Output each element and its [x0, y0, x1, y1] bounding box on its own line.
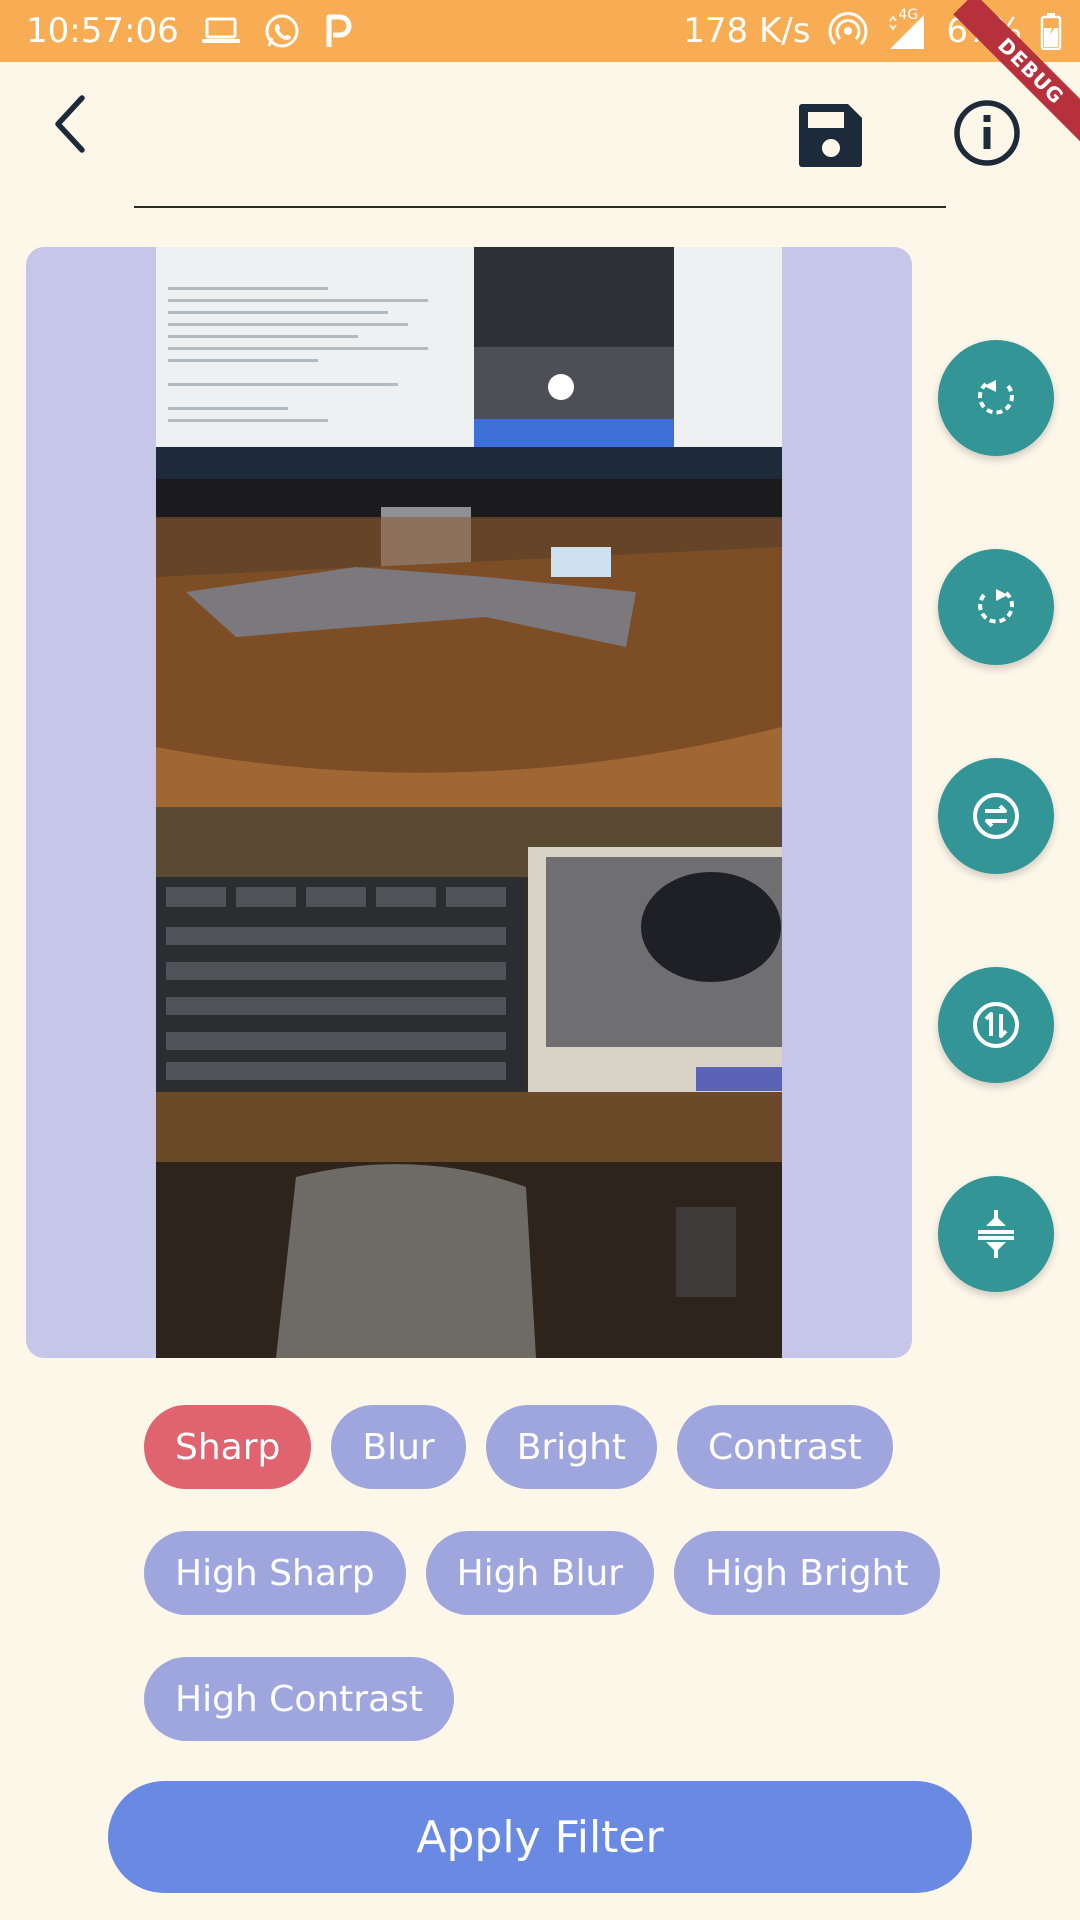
info-icon	[954, 100, 1020, 166]
filter-chip-high-sharp[interactable]: High Sharp	[144, 1531, 406, 1615]
photo-preview[interactable]	[156, 247, 782, 1358]
p-app-icon	[323, 13, 353, 49]
whatsapp-icon	[263, 12, 301, 50]
flip-vertical-button[interactable]	[938, 967, 1054, 1083]
chevron-left-icon	[55, 95, 85, 153]
filter-chip-contrast[interactable]: Contrast	[677, 1405, 893, 1489]
signal-icon: 4G	[886, 7, 928, 51]
app-bar	[0, 62, 1080, 212]
filter-chip-high-bright[interactable]: High Bright	[674, 1531, 940, 1615]
battery-icon	[1040, 12, 1062, 50]
save-icon	[799, 104, 862, 167]
status-time: 10:57:06	[26, 11, 179, 51]
flip-horizontal-button[interactable]	[938, 758, 1054, 874]
rotate-right-icon	[978, 589, 1015, 624]
rotate-right-button[interactable]	[938, 549, 1054, 665]
flip-vertical-icon	[973, 1002, 1019, 1048]
status-bar: 10:57:06 178 K/s 4G 67%	[0, 0, 1080, 62]
hotspot-icon	[828, 11, 868, 51]
filter-row-1: Sharp Blur Bright Contrast	[144, 1405, 893, 1489]
photo-illustration	[156, 247, 782, 1358]
rotate-left-icon	[977, 380, 1014, 415]
network-type: 4G	[898, 7, 919, 23]
filter-chip-blur[interactable]: Blur	[331, 1405, 466, 1489]
filter-chip-high-contrast[interactable]: High Contrast	[144, 1657, 455, 1741]
image-preview-frame	[26, 247, 912, 1358]
status-left: 10:57:06	[26, 0, 353, 62]
flip-horizontal-icon	[973, 793, 1019, 839]
filter-chip-high-blur[interactable]: High Blur	[425, 1531, 655, 1615]
filter-row-3: High Contrast	[144, 1657, 455, 1741]
net-speed: 178 K/s	[683, 11, 811, 51]
app-bar-divider	[134, 206, 946, 208]
compress-button[interactable]	[938, 1176, 1054, 1292]
rotate-left-button[interactable]	[938, 340, 1054, 456]
filter-chip-sharp[interactable]: Sharp	[144, 1405, 312, 1489]
back-button[interactable]	[38, 92, 102, 156]
filter-row-2: High Sharp High Blur High Bright	[144, 1531, 940, 1615]
apply-filter-button[interactable]: Apply Filter	[108, 1781, 972, 1893]
compress-icon	[978, 1210, 1014, 1258]
laptop-icon	[201, 16, 241, 46]
info-button[interactable]	[952, 98, 1022, 168]
filter-chip-bright[interactable]: Bright	[485, 1405, 658, 1489]
save-button[interactable]	[796, 100, 866, 170]
